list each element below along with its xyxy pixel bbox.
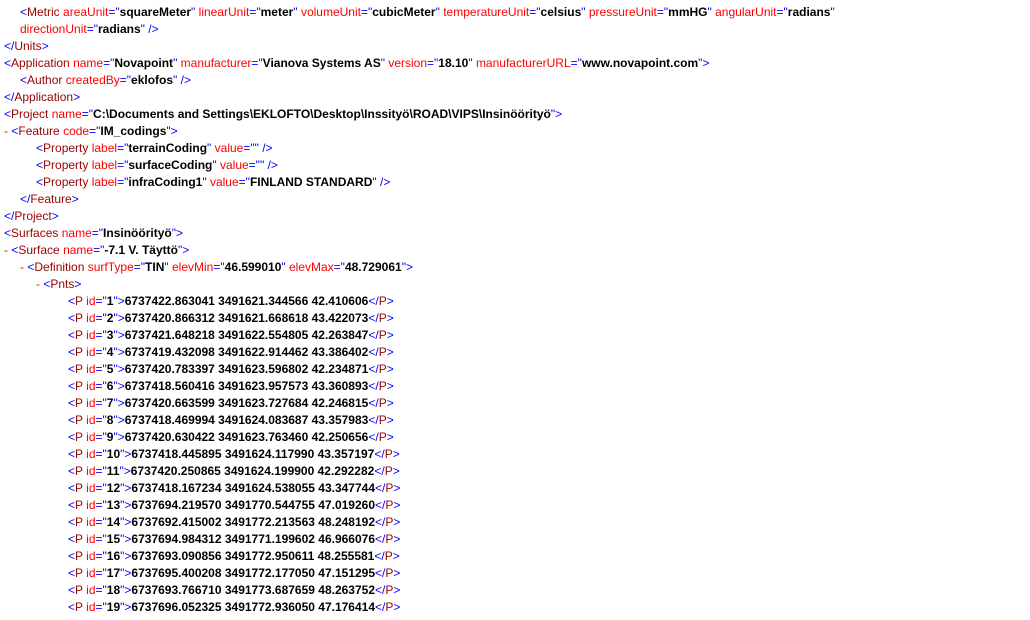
surfaces-open: <Surfaces name="Insinöörityö"> xyxy=(4,225,1026,242)
point-row: <P id="15">6737694.984312 3491771.199602… xyxy=(68,531,1026,548)
point-row: <P id="6">6737418.560416 3491623.957573 … xyxy=(68,378,1026,395)
definition-open: - <Definition surfType="TIN" elevMin="46… xyxy=(20,259,1026,276)
collapse-toggle[interactable]: - xyxy=(36,277,40,291)
point-row: <P id="9">6737420.630422 3491623.763460 … xyxy=(68,429,1026,446)
property-infra: <Property label="infraCoding1" value="FI… xyxy=(36,174,1026,191)
point-row: <P id="18">6737693.766710 3491773.687659… xyxy=(68,582,1026,599)
xml-tree-view: <Metric areaUnit="squareMeter" linearUni… xyxy=(4,4,1026,616)
property-terrain: <Property label="terrainCoding" value=""… xyxy=(36,140,1026,157)
pnts-open: - <Pnts> xyxy=(36,276,1026,293)
point-row: <P id="5">6737420.783397 3491623.596802 … xyxy=(68,361,1026,378)
point-row: <P id="19">6737696.052325 3491772.936050… xyxy=(68,599,1026,616)
point-row: <P id="7">6737420.663599 3491623.727684 … xyxy=(68,395,1026,412)
application-close: </Application> xyxy=(4,89,1026,106)
point-row: <P id="4">6737419.432098 3491622.914462 … xyxy=(68,344,1026,361)
feature-open: - <Feature code="IM_codings"> xyxy=(4,123,1026,140)
point-row: <P id="8">6737418.469994 3491624.083687 … xyxy=(68,412,1026,429)
collapse-toggle[interactable]: - xyxy=(4,243,8,257)
metric-element-cont: directionUnit="radians" /> xyxy=(20,21,1026,38)
project-close: </Project> xyxy=(4,208,1026,225)
point-row: <P id="12">6737418.167234 3491624.538055… xyxy=(68,480,1026,497)
point-row: <P id="1">6737422.863041 3491621.344566 … xyxy=(68,293,1026,310)
point-row: <P id="11">6737420.250865 3491624.199900… xyxy=(68,463,1026,480)
point-row: <P id="3">6737421.648218 3491622.554805 … xyxy=(68,327,1026,344)
project-open: <Project name="C:\Documents and Settings… xyxy=(4,106,1026,123)
point-row: <P id="13">6737694.219570 3491770.544755… xyxy=(68,497,1026,514)
point-row: <P id="10">6737418.445895 3491624.117990… xyxy=(68,446,1026,463)
point-row: <P id="2">6737420.866312 3491621.668618 … xyxy=(68,310,1026,327)
units-close: </Units> xyxy=(4,38,1026,55)
collapse-toggle[interactable]: - xyxy=(4,124,8,138)
collapse-toggle[interactable]: - xyxy=(20,260,24,274)
feature-close: </Feature> xyxy=(20,191,1026,208)
point-row: <P id="14">6737692.415002 3491772.213563… xyxy=(68,514,1026,531)
point-row: <P id="17">6737695.400208 3491772.177050… xyxy=(68,565,1026,582)
point-row: <P id="16">6737693.090856 3491772.950611… xyxy=(68,548,1026,565)
author-element: <Author createdBy="eklofos" /> xyxy=(20,72,1026,89)
property-surface: <Property label="surfaceCoding" value=""… xyxy=(36,157,1026,174)
metric-element: <Metric areaUnit="squareMeter" linearUni… xyxy=(20,4,1026,21)
application-open: <Application name="Novapoint" manufactur… xyxy=(4,55,1026,72)
surface-open: - <Surface name="-7.1 V. Täyttö"> xyxy=(4,242,1026,259)
